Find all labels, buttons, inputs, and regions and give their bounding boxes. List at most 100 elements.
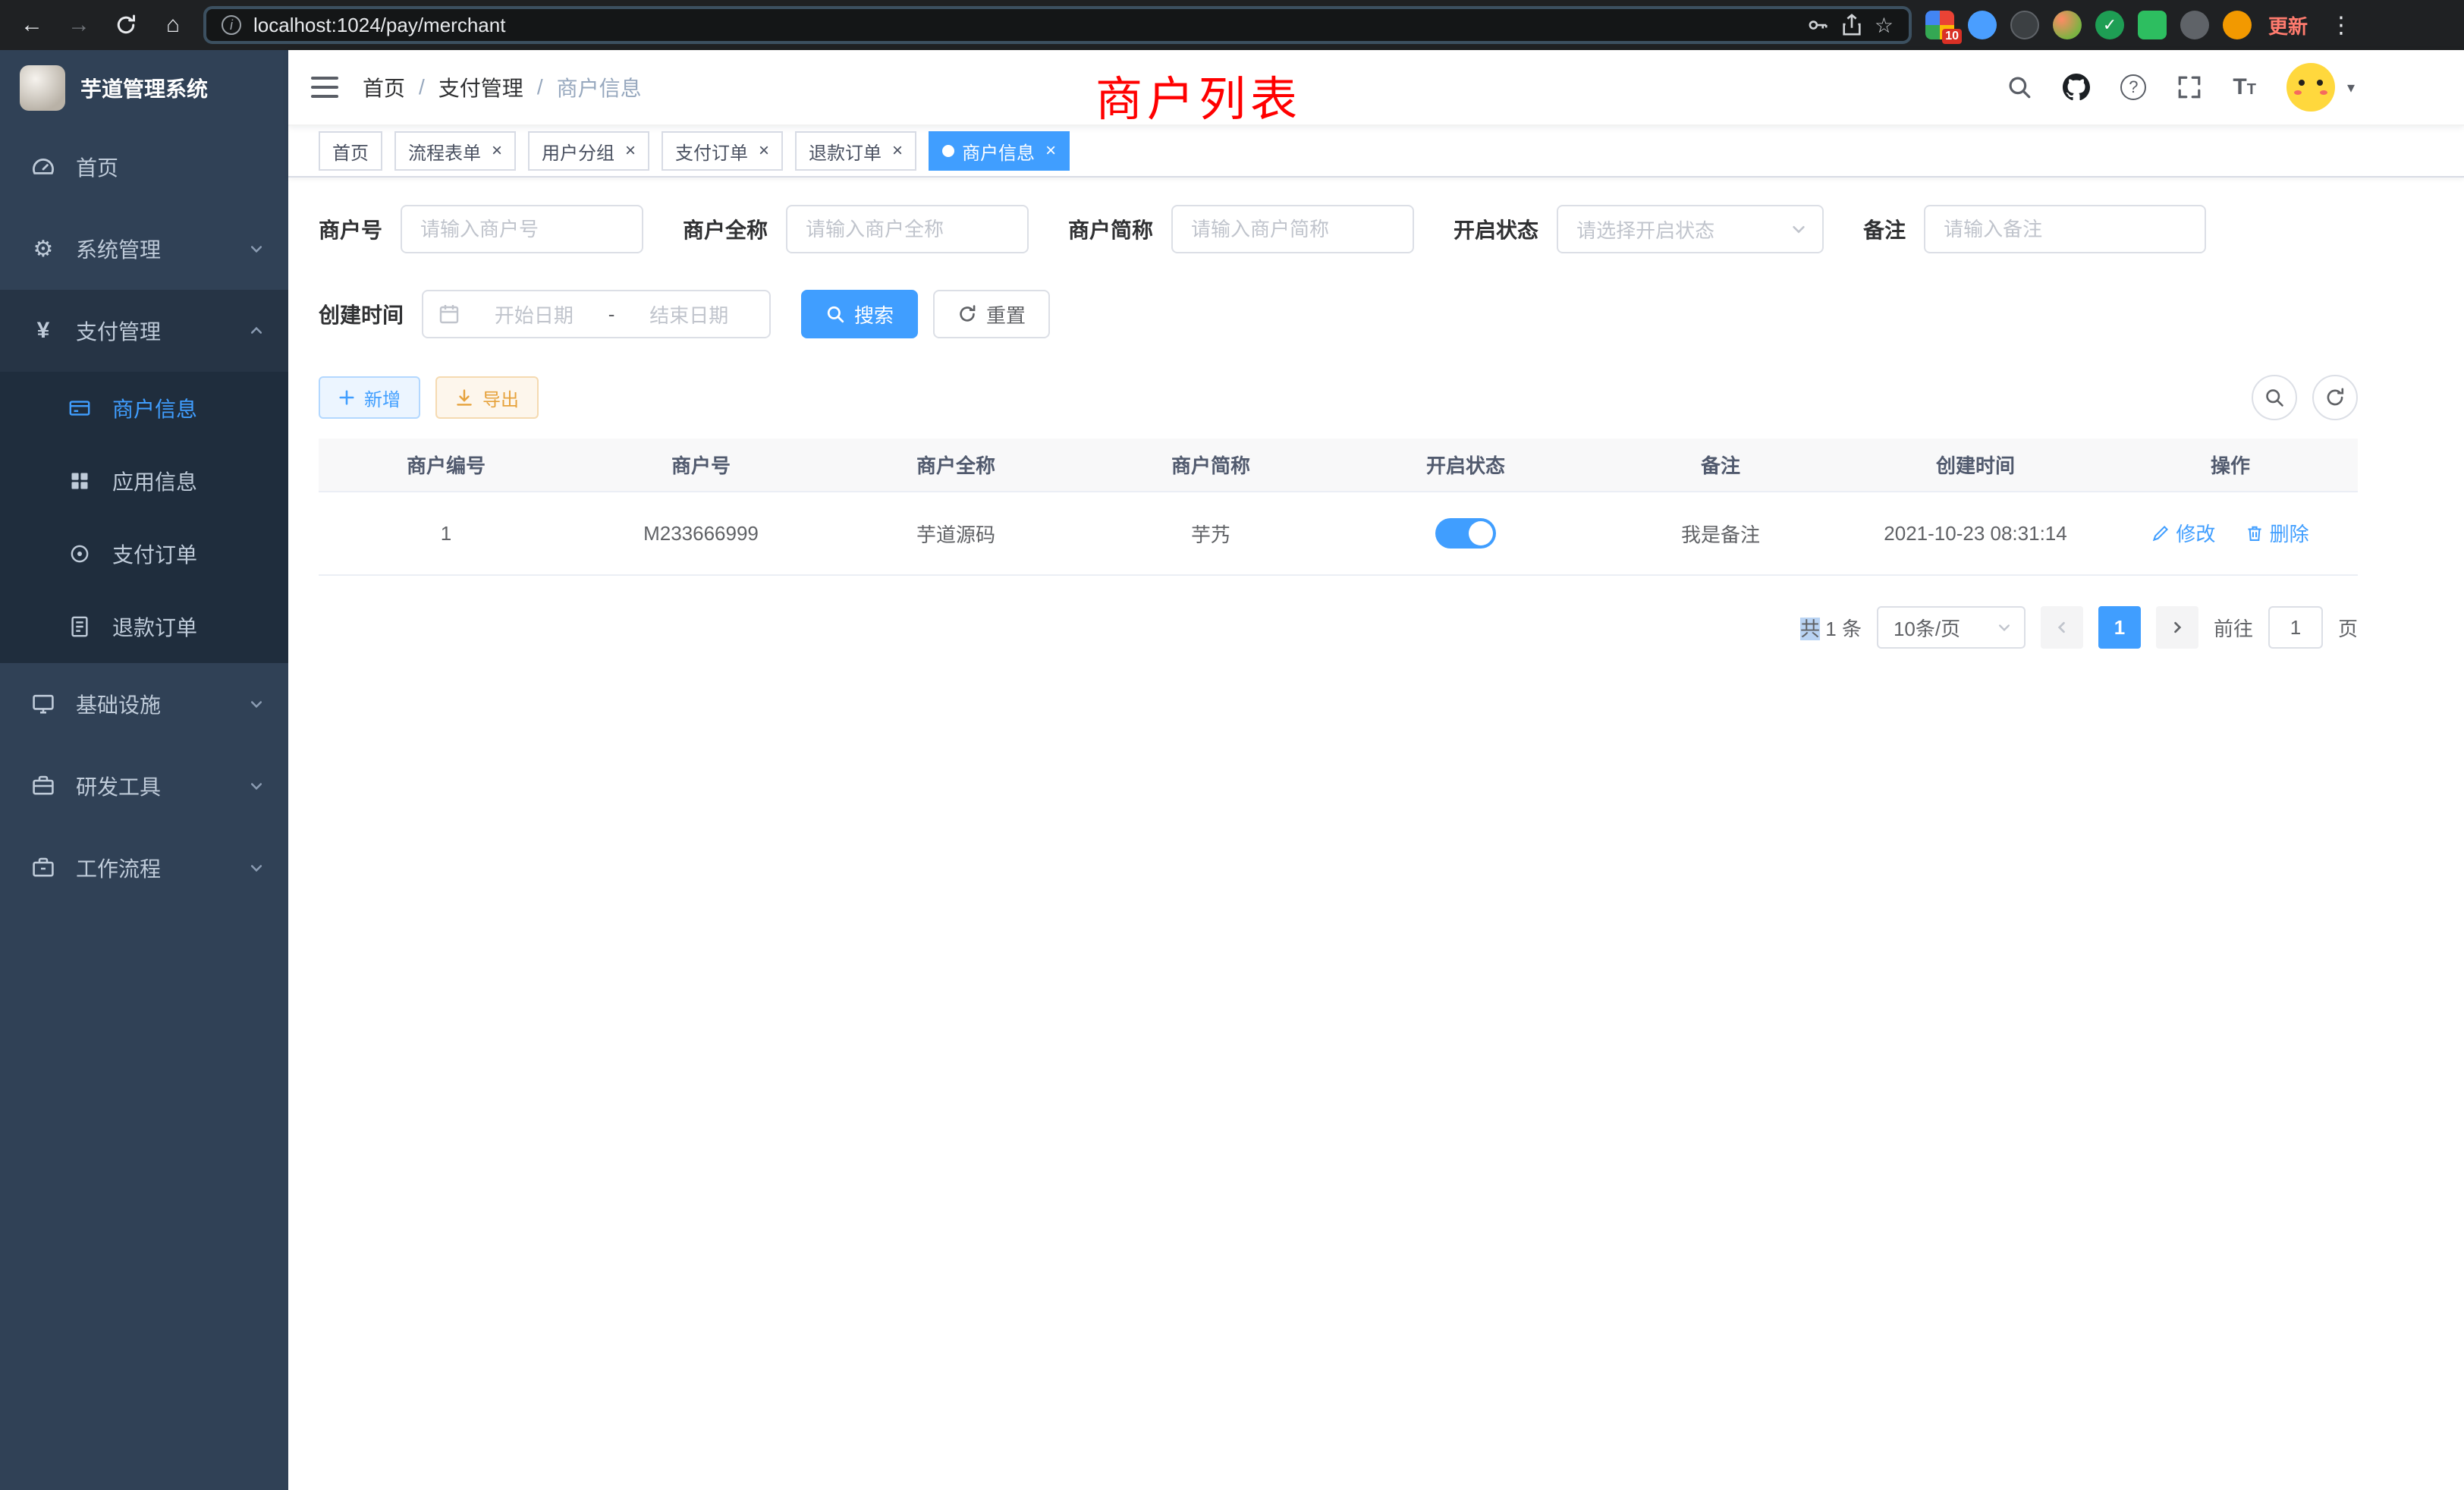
close-icon[interactable]: × — [1045, 142, 1056, 160]
page-size-select[interactable]: 10条/页 — [1877, 606, 2026, 649]
font-size-icon[interactable]: TT — [2233, 74, 2256, 100]
next-page-button[interactable] — [2156, 606, 2198, 649]
close-icon[interactable]: × — [492, 142, 502, 160]
page-size-value: 10条/页 — [1894, 614, 1960, 642]
search-button-label: 搜索 — [854, 300, 894, 328]
browser-menu-icon[interactable]: ⋮ — [2324, 8, 2358, 42]
extension-avatar-icon[interactable] — [2053, 11, 2082, 39]
prev-page-button[interactable] — [2041, 606, 2083, 649]
sidebar-item-merchant-info[interactable]: 商户信息 — [0, 372, 288, 445]
top-navbar: 首页 / 支付管理 / 商户信息 ? TT — [288, 50, 2464, 126]
edit-button[interactable]: 修改 — [2151, 519, 2215, 547]
delete-button-label: 删除 — [2270, 519, 2309, 547]
extension-drop-icon[interactable] — [1968, 11, 1997, 39]
remark-input[interactable] — [1924, 205, 2206, 253]
refresh-button[interactable] — [2312, 375, 2358, 420]
breadcrumb-payment[interactable]: 支付管理 — [438, 72, 523, 102]
main-area: 商户列表 首页 / 支付管理 / 商户信息 ? — [288, 50, 2464, 1490]
tab-label: 流程表单 — [408, 138, 481, 165]
export-button-label: 导出 — [482, 385, 519, 411]
add-button[interactable]: 新增 — [319, 376, 420, 419]
sidebar-item-pay-order[interactable]: 支付订单 — [0, 517, 288, 590]
current-page-button[interactable]: 1 — [2098, 606, 2141, 649]
date-range-picker[interactable]: 开始日期 - 结束日期 — [422, 290, 771, 338]
sidebar-item-infrastructure[interactable]: 基础设施 — [0, 663, 288, 745]
search-button[interactable]: 搜索 — [801, 290, 918, 338]
close-icon[interactable]: × — [759, 142, 769, 160]
browser-update-button[interactable]: 更新 — [2268, 11, 2308, 39]
sidebar-item-workflow[interactable]: 工作流程 — [0, 827, 288, 909]
extension-check-icon[interactable]: ✓ — [2095, 11, 2124, 39]
column-header-remark: 备注 — [1593, 439, 1848, 492]
help-icon[interactable]: ? — [2120, 74, 2146, 100]
bookmark-star-icon[interactable]: ☆ — [1875, 13, 1894, 38]
extension-adblock-icon[interactable] — [2010, 11, 2039, 39]
full-name-input[interactable] — [786, 205, 1029, 253]
filter-label: 商户号 — [319, 214, 382, 244]
goto-page-input[interactable] — [2268, 606, 2323, 649]
tab-label: 退款订单 — [809, 138, 882, 165]
tab-refund-order[interactable]: 退款订单 × — [795, 131, 916, 171]
fullscreen-icon[interactable] — [2176, 74, 2202, 100]
breadcrumb-home[interactable]: 首页 — [363, 72, 405, 102]
search-icon[interactable] — [2007, 74, 2032, 100]
sidebar-item-app-info[interactable]: 应用信息 — [0, 445, 288, 517]
toggle-search-button[interactable] — [2252, 375, 2297, 420]
tab-merchant-info[interactable]: 商户信息 × — [929, 131, 1070, 171]
github-icon[interactable] — [2063, 74, 2090, 101]
navbar-actions: ? TT ▾ — [2007, 63, 2355, 112]
browser-reload-icon[interactable] — [109, 8, 143, 42]
export-button[interactable]: 导出 — [435, 376, 539, 419]
hamburger-icon[interactable] — [311, 77, 338, 98]
sidebar-item-payment[interactable]: ¥ 支付管理 — [0, 290, 288, 372]
tab-label: 商户信息 — [962, 138, 1035, 165]
app-logo[interactable]: 芋道管理系统 — [0, 50, 288, 126]
merchant-no-input[interactable] — [401, 205, 643, 253]
chevron-down-icon — [249, 778, 264, 794]
share-icon[interactable] — [1841, 14, 1862, 36]
extension-pin-icon[interactable] — [2180, 11, 2209, 39]
chevron-down-icon — [1997, 620, 2012, 635]
reset-button[interactable]: 重置 — [933, 290, 1050, 338]
profile-avatar-icon[interactable] — [2223, 11, 2252, 39]
short-name-input[interactable] — [1171, 205, 1414, 253]
sidebar-item-dev-tools[interactable]: 研发工具 — [0, 745, 288, 827]
browser-back-icon[interactable]: ← — [15, 8, 49, 42]
extension-grid-icon[interactable]: 10 — [1925, 11, 1954, 39]
sidebar: 芋道管理系统 首页 ⚙ 系统管理 ¥ 支付管理 — [0, 50, 288, 1490]
status-toggle[interactable] — [1435, 518, 1496, 549]
edit-button-label: 修改 — [2176, 519, 2215, 547]
column-header-short-name: 商户简称 — [1083, 439, 1338, 492]
pagination: 共 1 条 10条/页 1 前往 — [319, 606, 2358, 649]
site-info-icon[interactable]: i — [222, 15, 241, 35]
browser-toolbar: ← → ⌂ i localhost:1024/pay/merchant ☆ 10… — [0, 0, 2464, 50]
avatar-caret-icon[interactable]: ▾ — [2347, 78, 2355, 97]
tab-process-form[interactable]: 流程表单 × — [394, 131, 516, 171]
filter-label: 创建时间 — [319, 299, 404, 329]
tab-user-group[interactable]: 用户分组 × — [528, 131, 649, 171]
tab-pay-order[interactable]: 支付订单 × — [662, 131, 783, 171]
status-select[interactable]: 请选择开启状态 — [1557, 205, 1824, 253]
sidebar-item-home[interactable]: 首页 — [0, 126, 288, 208]
user-avatar[interactable] — [2286, 63, 2335, 112]
bank-card-icon — [67, 395, 93, 421]
url-text[interactable]: localhost:1024/pay/merchant — [253, 14, 1794, 37]
close-icon[interactable]: × — [892, 142, 903, 160]
tab-home[interactable]: 首页 — [319, 131, 382, 171]
table-toolbar: 新增 导出 — [319, 375, 2358, 420]
cell-remark: 我是备注 — [1593, 492, 1848, 575]
filter-label: 商户简称 — [1068, 214, 1153, 244]
password-key-icon[interactable] — [1806, 14, 1829, 36]
close-icon[interactable]: × — [625, 142, 636, 160]
filter-create-time: 创建时间 开始日期 - 结束日期 — [319, 290, 771, 338]
sidebar-item-label: 系统管理 — [76, 234, 161, 264]
extension-note-icon[interactable] — [2138, 11, 2167, 39]
address-bar[interactable]: i localhost:1024/pay/merchant ☆ — [203, 6, 1912, 44]
app-title: 芋道管理系统 — [80, 73, 208, 103]
browser-home-icon[interactable]: ⌂ — [156, 8, 190, 42]
delete-button[interactable]: 删除 — [2246, 519, 2309, 547]
active-dot — [942, 145, 954, 157]
sidebar-item-system[interactable]: ⚙ 系统管理 — [0, 208, 288, 290]
browser-forward-icon[interactable]: → — [62, 8, 96, 42]
sidebar-item-refund-order[interactable]: 退款订单 — [0, 590, 288, 663]
